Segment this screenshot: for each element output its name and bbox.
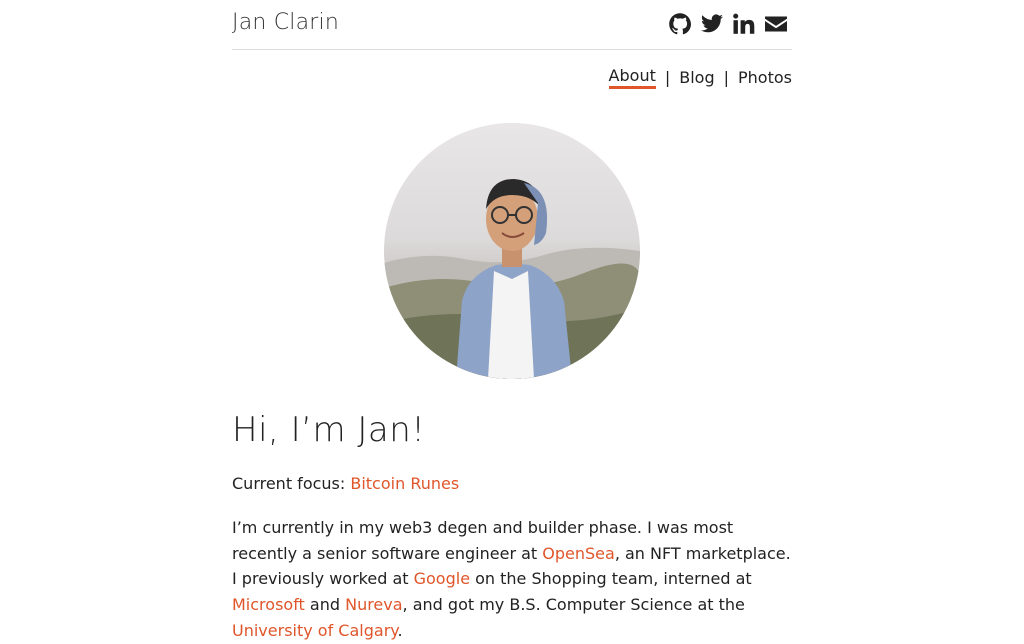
bio-text: on the Shopping team, interned at bbox=[470, 569, 752, 589]
focus-link[interactable]: Bitcoin Runes bbox=[350, 474, 459, 493]
twitter-icon[interactable] bbox=[700, 12, 724, 36]
site-title-link[interactable]: Jan Clarin bbox=[232, 10, 339, 35]
focus-label: Current focus: bbox=[232, 474, 346, 493]
social-links bbox=[668, 12, 788, 36]
opensea-link[interactable]: OpenSea bbox=[542, 544, 615, 563]
page-container: Jan Clarin About | Blog | Photos Hi, I’m… bbox=[232, 0, 792, 640]
github-icon[interactable] bbox=[668, 12, 692, 36]
bio-text: , and got my B.S. Computer Science at th… bbox=[402, 595, 745, 615]
profile-photo bbox=[384, 123, 640, 379]
nav-about[interactable]: About bbox=[608, 66, 656, 89]
nureva-link[interactable]: Nureva bbox=[345, 595, 402, 614]
main-nav: About | Blog | Photos bbox=[608, 66, 792, 89]
linkedin-icon[interactable] bbox=[732, 12, 756, 36]
microsoft-link[interactable]: Microsoft bbox=[232, 595, 305, 614]
current-focus: Current focus: Bitcoin Runes bbox=[232, 474, 459, 493]
nav-separator: | bbox=[723, 68, 730, 87]
bio-text: . bbox=[397, 620, 403, 640]
nav-blog[interactable]: Blog bbox=[679, 68, 714, 87]
page-headline: Hi, I’m Jan! bbox=[232, 410, 426, 450]
nav-separator: | bbox=[664, 68, 671, 87]
bio-paragraph: I’m currently in my web3 degen and build… bbox=[232, 515, 796, 644]
nav-photos[interactable]: Photos bbox=[738, 68, 792, 87]
email-icon[interactable] bbox=[764, 12, 788, 36]
google-link[interactable]: Google bbox=[414, 569, 470, 588]
site-header: Jan Clarin bbox=[232, 0, 792, 50]
bio-text: and bbox=[304, 595, 346, 615]
ucalgary-link[interactable]: University of Calgary bbox=[232, 621, 397, 640]
